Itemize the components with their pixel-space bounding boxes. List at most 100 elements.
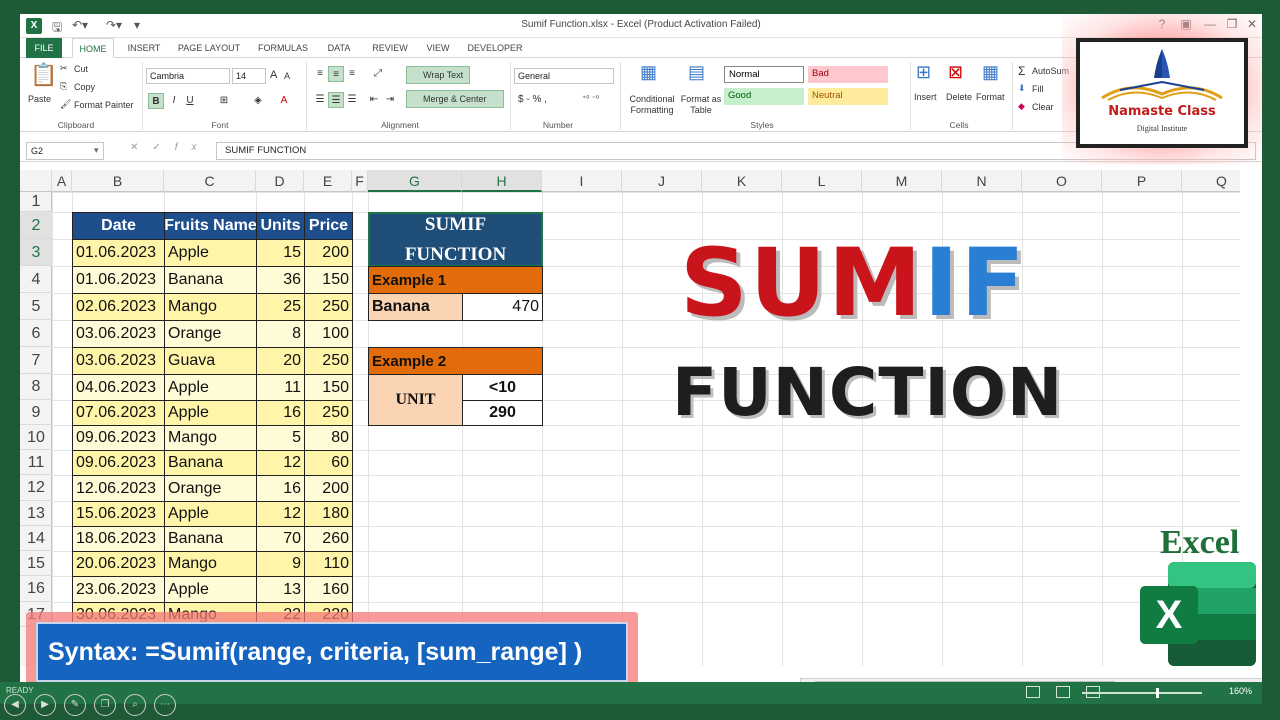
tab-view[interactable]: VIEW	[420, 38, 456, 58]
align-bottom-icon[interactable]: ≡	[344, 66, 360, 82]
row-header-16[interactable]: 16	[20, 576, 52, 602]
column-header-j[interactable]: J	[622, 170, 702, 192]
align-middle-icon[interactable]: ≡	[328, 66, 344, 82]
price-cell[interactable]: 180	[304, 501, 353, 527]
row-header-14[interactable]: 14	[20, 526, 52, 551]
format-as-table-icon[interactable]: ▤	[688, 62, 705, 83]
zoom-slider[interactable]	[1082, 688, 1202, 698]
row-header-4[interactable]: 4	[20, 266, 52, 293]
decimal-buttons-icon[interactable]: ⁺⁰ ⁻⁰	[582, 94, 599, 103]
date-cell[interactable]: 01.06.2023	[72, 239, 165, 267]
pen-icon[interactable]: ✎	[64, 694, 86, 716]
select-all-corner[interactable]	[20, 170, 52, 192]
row-header-9[interactable]: 9	[20, 400, 52, 425]
column-header-o[interactable]: O	[1022, 170, 1102, 192]
insert-cells-icon[interactable]: ⊞	[916, 62, 931, 83]
row-header-15[interactable]: 15	[20, 551, 52, 576]
clear-button[interactable]: Clear	[1032, 102, 1054, 112]
font-size-select[interactable]: 14	[232, 68, 266, 84]
paste-button[interactable]: Paste	[28, 94, 51, 104]
example-1-criteria[interactable]: Banana	[368, 293, 463, 321]
column-header-l[interactable]: L	[782, 170, 862, 192]
price-cell[interactable]: 200	[304, 475, 353, 502]
zoom-slider-knob[interactable]	[1156, 688, 1159, 698]
sumif-function-title-cell[interactable]: SUMIF FUNCTION	[368, 212, 543, 267]
units-cell[interactable]: 5	[256, 425, 305, 451]
price-cell[interactable]: 60	[304, 450, 353, 476]
merge-center-button[interactable]: Merge & Center	[406, 90, 504, 108]
format-cells-button[interactable]: Format	[976, 92, 1005, 102]
example-2-field[interactable]: UNIT	[368, 374, 463, 426]
conditional-formatting-button[interactable]: Conditional Formatting	[626, 94, 678, 116]
tab-review[interactable]: REVIEW	[366, 38, 414, 58]
row-header-6[interactable]: 6	[20, 320, 52, 347]
cut-button[interactable]: Cut	[74, 64, 88, 74]
fruit-cell[interactable]: Banana	[164, 450, 257, 476]
tab-formulas[interactable]: FORMULAS	[254, 38, 312, 58]
copy-button[interactable]: Copy	[74, 82, 95, 92]
date-cell[interactable]: 09.06.2023	[72, 425, 165, 451]
price-cell[interactable]: 100	[304, 320, 353, 348]
autosum-icon[interactable]: Σ	[1018, 64, 1025, 78]
units-cell[interactable]: 12	[256, 501, 305, 527]
more-icon[interactable]: ⋯	[154, 694, 176, 716]
align-top-icon[interactable]: ≡	[312, 66, 328, 82]
row-header-11[interactable]: 11	[20, 450, 52, 475]
align-left-icon[interactable]: ☰	[312, 92, 328, 108]
tab-page-layout[interactable]: PAGE LAYOUT	[174, 38, 244, 58]
fruit-cell[interactable]: Mango	[164, 551, 257, 577]
column-header-h[interactable]: H	[462, 170, 542, 192]
column-header-a[interactable]: A	[52, 170, 72, 192]
copy-slide-icon[interactable]: ❐	[94, 694, 116, 716]
column-header-n[interactable]: N	[942, 170, 1022, 192]
date-cell[interactable]: 12.06.2023	[72, 475, 165, 502]
bold-button[interactable]: B	[148, 93, 164, 109]
column-header-b[interactable]: B	[72, 170, 164, 192]
page-layout-view-icon[interactable]	[1056, 686, 1070, 698]
column-header-e[interactable]: E	[304, 170, 352, 192]
table-header-cell[interactable]: Price	[304, 212, 353, 240]
example-1-result[interactable]: 470	[462, 293, 543, 321]
format-painter-button[interactable]: Format Painter	[74, 100, 134, 110]
fruit-cell[interactable]: Apple	[164, 400, 257, 426]
date-cell[interactable]: 09.06.2023	[72, 450, 165, 476]
table-header-cell[interactable]: Fruits Name	[164, 212, 257, 240]
row-header-2[interactable]: 2	[20, 212, 52, 239]
paste-icon[interactable]: 📋	[30, 62, 57, 88]
play-icon[interactable]: ▶	[34, 694, 56, 716]
fill-icon[interactable]: ⬇	[1018, 83, 1026, 94]
column-header-p[interactable]: P	[1102, 170, 1182, 192]
number-format-select[interactable]: General	[514, 68, 614, 84]
grow-font-icon[interactable]: A	[270, 69, 277, 81]
fruit-cell[interactable]: Apple	[164, 501, 257, 527]
column-header-q[interactable]: Q	[1182, 170, 1240, 192]
date-cell[interactable]: 04.06.2023	[72, 374, 165, 401]
date-cell[interactable]: 23.06.2023	[72, 576, 165, 603]
borders-icon[interactable]: ⊞	[216, 93, 232, 109]
fruit-cell[interactable]: Orange	[164, 320, 257, 348]
price-cell[interactable]: 200	[304, 239, 353, 267]
row-header-7[interactable]: 7	[20, 347, 52, 374]
row-header-8[interactable]: 8	[20, 374, 52, 400]
underline-button[interactable]: U	[182, 93, 198, 109]
table-header-cell[interactable]: Date	[72, 212, 165, 240]
units-cell[interactable]: 15	[256, 239, 305, 267]
name-box-dropdown-icon[interactable]: ▾	[94, 145, 99, 156]
clear-icon[interactable]: ◆	[1018, 101, 1025, 112]
example-2-criteria[interactable]: <10	[462, 374, 543, 401]
fruit-cell[interactable]: Apple	[164, 374, 257, 401]
align-right-icon[interactable]: ☰	[344, 92, 360, 108]
column-header-k[interactable]: K	[702, 170, 782, 192]
units-cell[interactable]: 8	[256, 320, 305, 348]
units-cell[interactable]: 70	[256, 526, 305, 552]
units-cell[interactable]: 13	[256, 576, 305, 603]
format-as-table-button[interactable]: Format as Table	[680, 94, 722, 116]
example-2-result[interactable]: 290	[462, 400, 543, 426]
example-1-label[interactable]: Example 1	[368, 266, 543, 294]
date-cell[interactable]: 02.06.2023	[72, 293, 165, 321]
formula-buttons-icon[interactable]: ✕✓fx	[130, 142, 211, 153]
example-2-label[interactable]: Example 2	[368, 347, 543, 375]
fruit-cell[interactable]: Banana	[164, 266, 257, 294]
column-header-i[interactable]: I	[542, 170, 622, 192]
fruit-cell[interactable]: Apple	[164, 239, 257, 267]
